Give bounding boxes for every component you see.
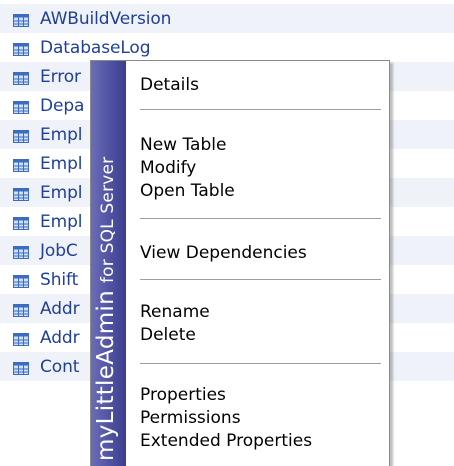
menu-item-properties[interactable]: Properties: [140, 384, 226, 406]
screen: AWBuildVersion DatabaseLog Error Depa Em…: [0, 0, 454, 466]
table-name[interactable]: DatabaseLog: [40, 38, 150, 58]
menu-separator: [140, 363, 381, 365]
table-name[interactable]: Empl: [40, 183, 83, 203]
table-icon: [13, 244, 29, 259]
table-name[interactable]: AWBuildVersion: [40, 9, 171, 29]
table-name[interactable]: Error: [40, 67, 81, 87]
menu-separator: [140, 279, 381, 281]
table-icon: [13, 360, 29, 375]
menu-item-extended-properties[interactable]: Extended Properties: [140, 430, 312, 452]
table-icon: [13, 12, 29, 27]
table-name[interactable]: Empl: [40, 125, 83, 145]
table-row[interactable]: DatabaseLog: [0, 33, 454, 62]
table-icon: [13, 70, 29, 85]
table-name[interactable]: JobC: [40, 241, 78, 261]
table-icon: [13, 41, 29, 56]
table-row[interactable]: AWBuildVersion: [0, 4, 454, 33]
menu-separator: [140, 109, 381, 111]
menu-item-delete[interactable]: Delete: [140, 324, 196, 346]
menu-item-new-table[interactable]: New Table: [140, 134, 226, 156]
brand-name: myLittleAdmin: [92, 290, 119, 461]
brand-strip: myLittleAdmin for SQL Server: [91, 61, 126, 466]
table-icon: [13, 273, 29, 288]
brand-subtitle: for SQL Server: [97, 156, 118, 283]
table-name[interactable]: Empl: [40, 212, 83, 232]
menu-item-permissions[interactable]: Permissions: [140, 407, 241, 429]
table-name[interactable]: Empl: [40, 154, 83, 174]
table-name[interactable]: Addr: [40, 299, 80, 319]
table-icon: [13, 128, 29, 143]
menu-separator: [140, 218, 381, 220]
menu-item-open-table[interactable]: Open Table: [140, 180, 235, 202]
table-name[interactable]: Cont: [40, 357, 79, 377]
brand-logo: myLittleAdmin for SQL Server: [93, 157, 119, 461]
menu-item-rename[interactable]: Rename: [140, 301, 210, 323]
table-icon: [13, 302, 29, 317]
menu-item-modify[interactable]: Modify: [140, 157, 196, 179]
table-name[interactable]: Depa: [40, 96, 84, 116]
context-menu: myLittleAdmin for SQL Server Details New…: [90, 60, 390, 466]
table-icon: [13, 331, 29, 346]
table-icon: [13, 157, 29, 172]
table-icon: [13, 215, 29, 230]
menu-item-details[interactable]: Details: [140, 74, 199, 96]
table-name[interactable]: Shift: [40, 270, 78, 290]
table-icon: [13, 186, 29, 201]
table-name[interactable]: Addr: [40, 328, 80, 348]
table-icon: [13, 99, 29, 114]
menu-item-view-dependencies[interactable]: View Dependencies: [140, 242, 307, 264]
